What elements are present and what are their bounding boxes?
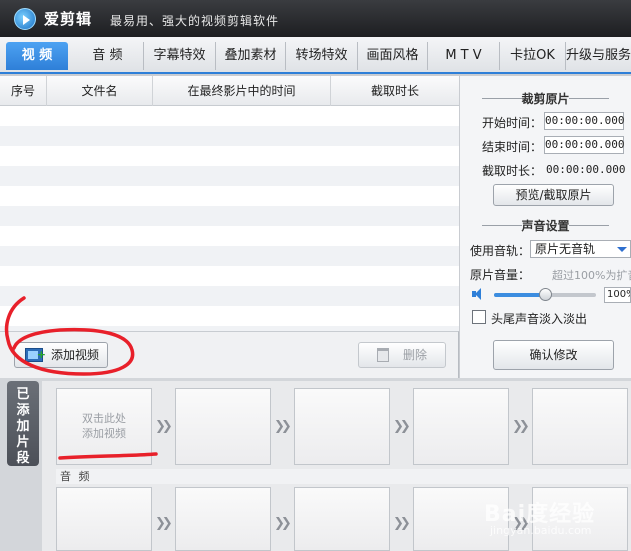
audio-track-select[interactable]: 原片无音轨 bbox=[530, 240, 631, 258]
crop-section-title: 裁剪原片 bbox=[460, 90, 631, 106]
clip-duration-value: 00:00:00.000 bbox=[546, 163, 626, 176]
clip-table-rows bbox=[0, 106, 459, 331]
audio-slot[interactable] bbox=[294, 487, 390, 551]
volume-slider-knob[interactable] bbox=[539, 288, 552, 301]
added-clips-tab-char: 段 bbox=[16, 451, 30, 466]
chevron-right-icon: ❯❯ bbox=[393, 516, 411, 531]
tab-subtitle-effects[interactable]: 字幕特效 bbox=[144, 42, 216, 70]
add-video-button[interactable]: 添加视频 bbox=[14, 342, 108, 368]
placeholder-hint: 双击此处 添加视频 bbox=[57, 411, 151, 441]
column-filename[interactable]: 文件名 bbox=[47, 76, 153, 106]
audio-strip-label: 音 频 bbox=[56, 469, 631, 484]
chevron-right-icon: ❯❯ bbox=[274, 516, 292, 531]
speaker-icon[interactable] bbox=[472, 288, 486, 300]
added-clips-tab-char: 片 bbox=[16, 435, 30, 450]
settings-panel: 裁剪原片 开始时间： 00:00:00.000 结束时间： 00:00:00.0… bbox=[460, 76, 631, 378]
chevron-right-icon: ❯❯ bbox=[393, 419, 411, 434]
column-index[interactable]: 序号 bbox=[0, 76, 47, 106]
clip-table-header: 序号 文件名 在最终影片中的时间 截取时长 bbox=[0, 76, 459, 106]
audio-slot[interactable] bbox=[56, 487, 152, 551]
baidu-watermark-url: jingyan.baidu.com bbox=[490, 524, 592, 537]
sound-section-title: 声音设置 bbox=[460, 217, 631, 233]
fade-label: 头尾声音淡入淡出 bbox=[491, 312, 588, 326]
trash-icon bbox=[377, 348, 389, 362]
clip-slot[interactable] bbox=[532, 388, 628, 465]
add-video-label: 添加视频 bbox=[51, 348, 100, 362]
app-slogan: 最易用、强大的视频剪辑软件 bbox=[110, 14, 280, 28]
added-clips-tab-char: 添 bbox=[16, 403, 30, 418]
column-clip-duration[interactable]: 截取时长 bbox=[331, 76, 459, 106]
tab-karaoke[interactable]: 卡拉OK bbox=[500, 42, 566, 70]
tab-mtv[interactable]: M T V bbox=[428, 42, 500, 70]
added-clips-tab-char: 加 bbox=[16, 419, 30, 434]
clip-action-bar: 添加视频 删除 bbox=[0, 331, 459, 378]
title-bar: 爱剪辑 最易用、强大的视频剪辑软件 bbox=[0, 0, 631, 37]
tab-audio[interactable]: 音 频 bbox=[72, 42, 144, 70]
clip-slot[interactable] bbox=[294, 388, 390, 465]
tab-video[interactable]: 视 频 bbox=[6, 42, 68, 70]
add-film-icon bbox=[25, 343, 46, 367]
clip-table[interactable]: 序号 文件名 在最终影片中的时间 截取时长 bbox=[0, 76, 459, 331]
added-clips-tab-char: 已 bbox=[16, 387, 30, 402]
confirm-changes-button[interactable]: 确认修改 bbox=[493, 340, 614, 370]
volume-value-input[interactable]: 100% bbox=[604, 287, 631, 303]
end-time-input[interactable]: 00:00:00.000 bbox=[544, 136, 624, 154]
audio-slot[interactable] bbox=[175, 487, 271, 551]
preview-crop-button[interactable]: 预览/截取原片 bbox=[493, 184, 614, 206]
placeholder-line-1: 双击此处 bbox=[82, 412, 126, 425]
add-video-placeholder-slot[interactable]: 双击此处 添加视频 bbox=[56, 388, 152, 465]
chevron-right-icon: ❯❯ bbox=[155, 516, 173, 531]
column-final-time[interactable]: 在最终影片中的时间 bbox=[153, 76, 331, 106]
tab-upgrade-service[interactable]: 升级与服务 bbox=[566, 42, 631, 70]
volume-hint: 超过100%为扩音 bbox=[552, 269, 631, 282]
delete-button[interactable]: 删除 bbox=[358, 342, 446, 368]
chevron-right-icon: ❯❯ bbox=[512, 419, 530, 434]
placeholder-line-2: 添加视频 bbox=[82, 427, 126, 440]
end-time-label: 结束时间： bbox=[482, 140, 543, 154]
start-time-input[interactable]: 00:00:00.000 bbox=[544, 112, 624, 130]
main-tab-bar: 视 频 音 频 字幕特效 叠加素材 转场特效 画面风格 M T V 卡拉OK 升… bbox=[0, 37, 631, 74]
tab-picture-style[interactable]: 画面风格 bbox=[358, 42, 428, 70]
fade-checkbox[interactable] bbox=[472, 310, 486, 324]
volume-slider[interactable] bbox=[494, 288, 596, 301]
delete-label: 删除 bbox=[403, 348, 428, 362]
volume-label: 原片音量： bbox=[470, 268, 531, 282]
app-logo-icon bbox=[14, 8, 36, 30]
chevron-right-icon: ❯❯ bbox=[274, 419, 292, 434]
clip-duration-label: 截取时长： bbox=[482, 164, 543, 178]
volume-slider-fill bbox=[494, 293, 545, 297]
clip-slot[interactable] bbox=[413, 388, 509, 465]
clip-slot[interactable] bbox=[175, 388, 271, 465]
app-name: 爱剪辑 bbox=[44, 10, 93, 28]
audio-track-label: 使用音轨： bbox=[470, 244, 531, 258]
tab-overlay-materials[interactable]: 叠加素材 bbox=[216, 42, 286, 70]
added-clips-tab[interactable]: 已 添 加 片 段 bbox=[7, 381, 39, 466]
chevron-right-icon: ❯❯ bbox=[155, 419, 173, 434]
start-time-label: 开始时间： bbox=[482, 116, 543, 130]
tab-transition-effects[interactable]: 转场特效 bbox=[286, 42, 358, 70]
